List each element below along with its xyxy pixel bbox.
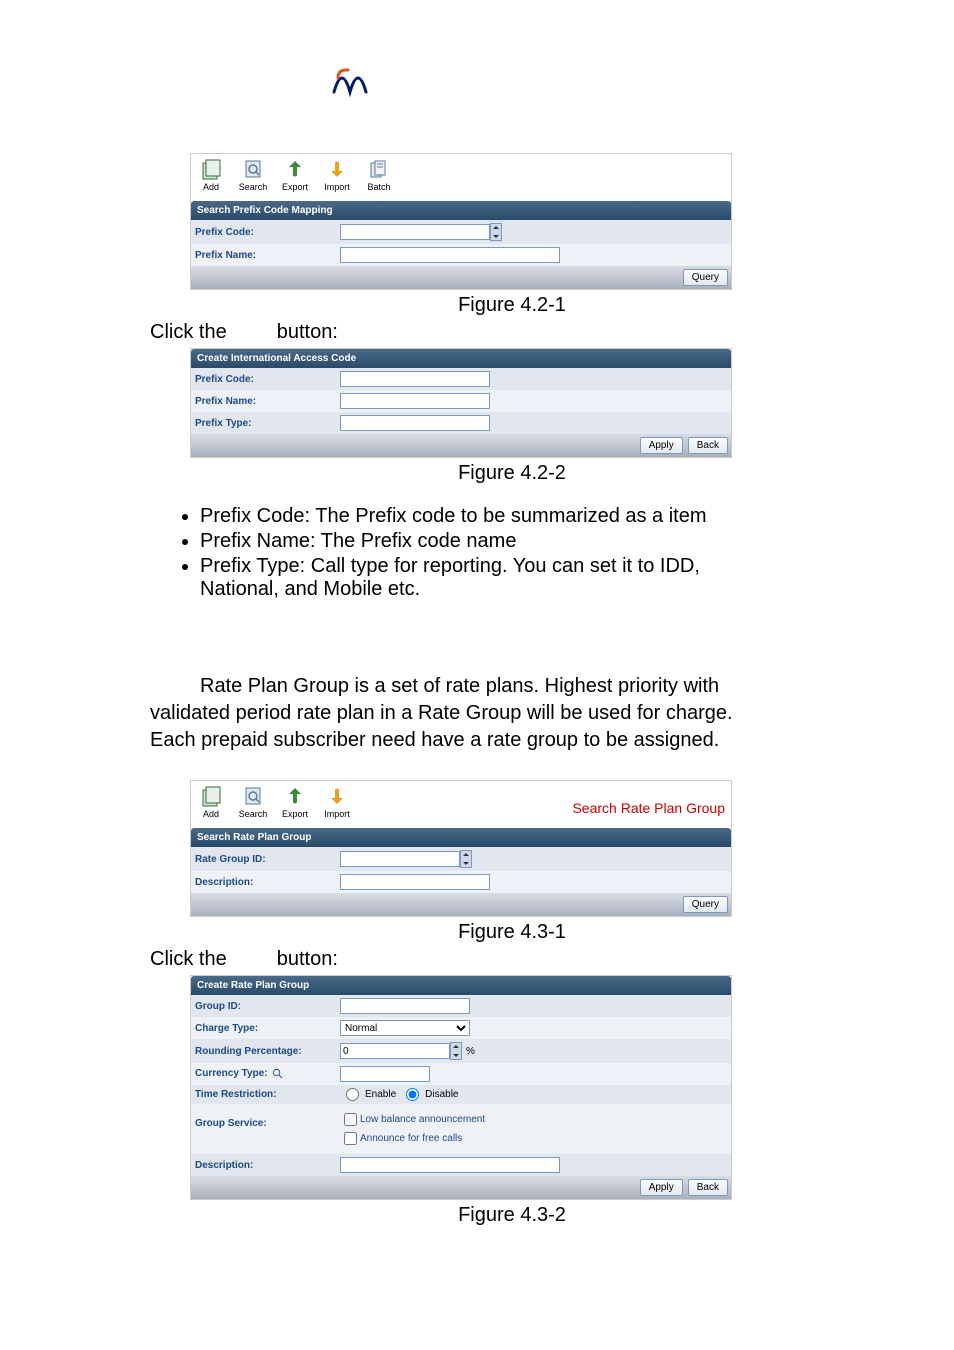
figure-caption-4: Figure 4.3-2 [170, 1204, 854, 1227]
para2-l3: Each prepaid subscriber need have a rate… [150, 729, 854, 752]
enable-radio[interactable] [346, 1088, 359, 1101]
batch-icon [367, 157, 391, 181]
tm-logo-icon [330, 60, 370, 100]
search-label: Search [239, 182, 268, 192]
prefix-name-input[interactable] [340, 247, 560, 263]
rounding-spinner[interactable] [450, 1042, 462, 1060]
charge-type-label: Charge Type: [195, 1023, 340, 1034]
create-access-header: Create International Access Code [191, 349, 731, 368]
add-icon [199, 784, 223, 808]
search-icon [241, 157, 265, 181]
description-label: Description: [195, 877, 340, 888]
rounding-label: Rounding Percentage: [195, 1046, 340, 1057]
search-rate-header: Search Rate Plan Group [191, 828, 731, 847]
search-rate-title: Search Rate Plan Group [566, 794, 731, 822]
apply-button-2[interactable]: Apply [640, 1179, 683, 1196]
charge-type-select[interactable]: Normal [340, 1020, 470, 1036]
bullet-2: Prefix Name: The Prefix code name [200, 530, 854, 553]
rounding-input[interactable] [340, 1043, 450, 1059]
add-button-2[interactable]: Add [191, 784, 231, 819]
add-button[interactable]: Add [191, 157, 231, 192]
create-access-panel: Create International Access Code Prefix … [190, 348, 732, 458]
query-button-2[interactable]: Query [683, 896, 728, 913]
rate-group-spinner[interactable] [460, 850, 472, 868]
import-icon [325, 784, 349, 808]
figure-caption-2: Figure 4.2-2 [170, 462, 854, 485]
prefix-name-label: Prefix Name: [195, 250, 340, 261]
button-text: button: [277, 321, 338, 343]
announce-free-checkbox[interactable] [344, 1132, 357, 1145]
prefix-code-spinner[interactable] [490, 223, 502, 241]
description-input-2[interactable] [340, 1157, 560, 1173]
search-prefix-header: Search Prefix Code Mapping [191, 201, 731, 220]
figure-caption: Figure 4.2-1 [170, 294, 854, 317]
prefix-type-label: Prefix Type: [195, 418, 340, 429]
back-button-2[interactable]: Back [688, 1179, 728, 1196]
add-label: Add [203, 182, 219, 192]
apply-button[interactable]: Apply [640, 437, 683, 454]
prefix-type-input[interactable] [340, 415, 490, 431]
rate-group-id-input[interactable] [340, 851, 460, 867]
figure-caption-3: Figure 4.3-1 [170, 921, 854, 944]
back-button[interactable]: Back [688, 437, 728, 454]
currency-label: Currency Type: [195, 1068, 340, 1079]
group-id-label: Group ID: [195, 1001, 340, 1012]
group-service-label: Group Service: [195, 1110, 340, 1129]
para2-l1: Rate Plan Group is a set of rate plans. … [200, 675, 854, 698]
import-button-2[interactable]: Import [317, 784, 357, 819]
create-rate-header: Create Rate Plan Group [191, 976, 731, 995]
currency-input[interactable] [340, 1066, 430, 1082]
batch-label: Batch [367, 182, 390, 192]
search-rate-panel: Add Search Export Import Search Rate Pla… [190, 780, 732, 917]
search-icon [241, 784, 265, 808]
rate-group-id-label: Rate Group ID: [195, 854, 340, 865]
disable-radio[interactable] [406, 1088, 419, 1101]
export-button-2[interactable]: Export [275, 784, 315, 819]
batch-button[interactable]: Batch [359, 157, 399, 192]
add-icon [199, 157, 223, 181]
import-icon [325, 157, 349, 181]
description-input[interactable] [340, 874, 490, 890]
click-text: Click the [150, 321, 227, 343]
search-button[interactable]: Search [233, 157, 273, 192]
bullet-3: Prefix Type: Call type for reporting. Yo… [200, 555, 854, 601]
export-icon [283, 784, 307, 808]
import-label: Import [324, 182, 350, 192]
export-icon [283, 157, 307, 181]
bullet-1: Prefix Code: The Prefix code to be summa… [200, 505, 854, 528]
search-prefix-panel: Add Search Export Import Batch Search Pr… [190, 153, 732, 290]
time-restriction-label: Time Restriction: [195, 1089, 340, 1100]
prefix-code-label: Prefix Code: [195, 227, 340, 238]
prefix-code-input[interactable] [340, 224, 490, 240]
create-rate-panel: Create Rate Plan Group Group ID: Charge … [190, 975, 732, 1200]
para2-l2: validated period rate plan in a Rate Gro… [150, 702, 854, 725]
search-button-2[interactable]: Search [233, 784, 273, 819]
magnifier-icon[interactable] [272, 1068, 283, 1079]
prefix-name-input-2[interactable] [340, 393, 490, 409]
group-id-input[interactable] [340, 998, 470, 1014]
description-label-2: Description: [195, 1160, 340, 1171]
export-button[interactable]: Export [275, 157, 315, 192]
prefix-code-input-2[interactable] [340, 371, 490, 387]
prefix-code-label-2: Prefix Code: [195, 374, 340, 385]
query-button[interactable]: Query [683, 269, 728, 286]
prefix-name-label-2: Prefix Name: [195, 396, 340, 407]
import-button[interactable]: Import [317, 157, 357, 192]
rounding-unit: % [466, 1046, 475, 1057]
low-balance-checkbox[interactable] [344, 1113, 357, 1126]
export-label: Export [282, 182, 308, 192]
